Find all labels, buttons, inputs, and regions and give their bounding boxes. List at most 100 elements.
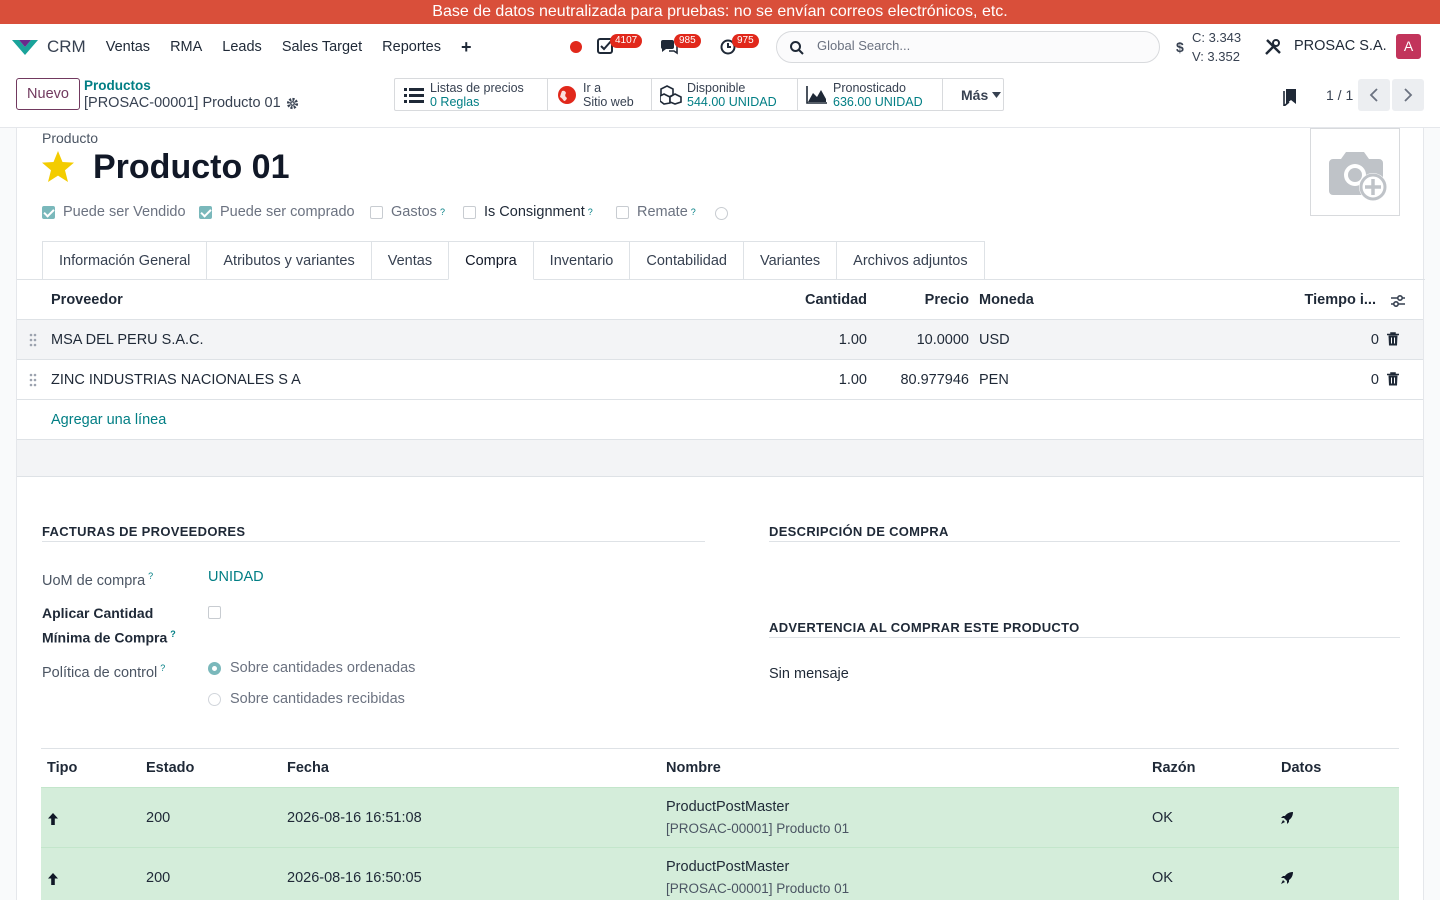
auction-checkbox[interactable]: Remate? xyxy=(616,204,696,220)
help-tooltip-icon[interactable]: ? xyxy=(588,207,593,217)
help-tooltip-icon[interactable]: ? xyxy=(691,207,696,217)
control-received-radio[interactable]: Sobre cantidades recibidas xyxy=(208,691,405,707)
status-radio-icon[interactable] xyxy=(715,207,728,220)
add-line-link[interactable]: Agregar una línea xyxy=(51,412,166,428)
help-tooltip-icon[interactable]: ? xyxy=(170,629,176,639)
col-price[interactable]: Precio xyxy=(925,292,969,308)
radio-selected-icon xyxy=(208,661,221,675)
col-date[interactable]: Fecha xyxy=(287,760,329,776)
pager-value[interactable]: 1 / 1 xyxy=(1326,87,1353,103)
breadcrumb-parent-link[interactable]: Productos xyxy=(84,78,151,93)
vendor-bills-section-title: FACTURAS DE PROVEEDORES xyxy=(42,524,246,539)
tab-informacion-general[interactable]: Información General xyxy=(42,241,208,280)
consignment-checkbox[interactable]: Is Consignment? xyxy=(463,204,593,220)
crm-app-logo-icon[interactable] xyxy=(12,37,38,57)
product-image-upload[interactable] xyxy=(1310,128,1400,216)
more-dropdown[interactable]: Más xyxy=(943,79,1003,110)
log-reason: OK xyxy=(1152,870,1173,886)
tab-variantes[interactable]: Variantes xyxy=(742,241,838,280)
gear-icon[interactable] xyxy=(286,97,299,110)
purchase-warning-value[interactable]: Sin mensaje xyxy=(769,666,849,682)
add-menu-plus-icon[interactable]: + xyxy=(451,37,482,58)
tab-contabilidad[interactable]: Contabilidad xyxy=(629,241,744,280)
pricelist-rules-button[interactable]: Listas de precios 0 Reglas xyxy=(395,79,548,110)
can-be-purchased-checkbox[interactable]: Puede ser comprado xyxy=(199,204,355,220)
help-tooltip-icon[interactable]: ? xyxy=(160,663,165,673)
drag-handle-icon[interactable] xyxy=(29,333,37,347)
logs-header: Tipo Estado Fecha Nombre Razón Datos xyxy=(41,748,1399,787)
user-avatar[interactable]: A xyxy=(1396,34,1421,59)
rocket-icon[interactable] xyxy=(1280,811,1294,825)
tab-atributos-variantes[interactable]: Atributos y variantes xyxy=(206,241,372,280)
product-name[interactable]: Producto 01 xyxy=(93,148,289,187)
activities-badge: 4107 xyxy=(610,34,643,48)
bookmark-icon[interactable] xyxy=(1283,88,1297,106)
tab-inventario[interactable]: Inventario xyxy=(532,241,631,280)
help-tooltip-icon[interactable]: ? xyxy=(440,207,445,217)
favorite-star-icon[interactable] xyxy=(41,150,75,184)
consignment-label: Is Consignment xyxy=(484,204,585,220)
expenses-label: Gastos xyxy=(391,204,437,220)
optional-columns-sliders-icon[interactable] xyxy=(1391,294,1405,308)
can-be-sold-checkbox[interactable]: Puede ser Vendido xyxy=(42,204,186,220)
recording-indicator-icon[interactable] xyxy=(570,41,582,53)
col-vendor[interactable]: Proveedor xyxy=(51,292,123,308)
area-chart-icon xyxy=(806,85,827,104)
vendor-price: 10.0000 xyxy=(916,332,969,348)
pager-previous-button[interactable] xyxy=(1358,79,1390,111)
log-date: 2026-08-16 16:50:05 xyxy=(287,870,422,886)
col-reason[interactable]: Razón xyxy=(1152,760,1196,776)
debug-tools-icon[interactable] xyxy=(1264,38,1282,56)
search-icon xyxy=(790,41,804,55)
menu-rma[interactable]: RMA xyxy=(160,39,212,55)
expenses-checkbox[interactable]: Gastos? xyxy=(370,204,445,220)
tab-compra[interactable]: Compra xyxy=(448,241,534,280)
pager-next-button[interactable] xyxy=(1392,79,1424,111)
menu-sales-target[interactable]: Sales Target xyxy=(272,39,372,55)
caret-down-icon xyxy=(992,91,1002,98)
menu-leads[interactable]: Leads xyxy=(212,39,272,55)
log-date: 2026-08-16 16:51:08 xyxy=(287,810,422,826)
tab-archivos-adjuntos[interactable]: Archivos adjuntos xyxy=(836,241,985,280)
global-search-box[interactable] xyxy=(776,31,1160,63)
table-row[interactable]: 200 2026-08-16 16:51:08 ProductPostMaste… xyxy=(41,787,1399,847)
purchase-uom-label: UoM de compra? xyxy=(42,571,154,589)
table-row[interactable]: ZINC INDUSTRIAS NACIONALES S A 1.00 80.9… xyxy=(17,360,1423,400)
log-status: 200 xyxy=(146,870,171,886)
smart-buttons: Listas de precios 0 Reglas Ir a Sitio web … xyxy=(394,78,1004,111)
trash-icon[interactable] xyxy=(1387,332,1399,346)
purchase-uom-value[interactable]: UNIDAD xyxy=(208,569,264,585)
col-quantity[interactable]: Cantidad xyxy=(805,292,867,308)
product-type-label: Producto xyxy=(42,130,99,146)
control-ordered-radio[interactable]: Sobre cantidades ordenadas xyxy=(208,660,415,676)
col-lead-time[interactable]: Tiempo i... xyxy=(1305,292,1376,308)
table-row[interactable]: MSA DEL PERU S.A.C. 1.00 10.0000 USD 0 xyxy=(17,320,1423,360)
new-button[interactable]: Nuevo xyxy=(16,78,80,110)
col-name[interactable]: Nombre xyxy=(666,760,721,776)
table-row[interactable]: 200 2026-08-16 16:50:05 ProductPostMaste… xyxy=(41,847,1399,900)
cubes-icon xyxy=(660,84,682,105)
global-search-input[interactable] xyxy=(817,38,1137,53)
col-type[interactable]: Tipo xyxy=(47,760,77,776)
can-be-sold-label: Puede ser Vendido xyxy=(63,204,186,220)
col-status[interactable]: Estado xyxy=(146,760,194,776)
forecasted-button[interactable]: Pronosticado 636.00 UNIDAD xyxy=(798,79,943,110)
tab-ventas[interactable]: Ventas xyxy=(370,241,450,280)
test-database-banner: Base de datos neutralizada para pruebas:… xyxy=(0,0,1440,24)
vendor-lead-time: 0 xyxy=(1370,372,1379,388)
trash-icon[interactable] xyxy=(1387,372,1399,386)
on-hand-button[interactable]: Disponible 544.00 UNIDAD xyxy=(652,79,798,110)
col-currency[interactable]: Moneda xyxy=(979,292,1034,308)
help-tooltip-icon[interactable]: ? xyxy=(148,571,153,581)
section-divider xyxy=(769,541,1400,542)
auction-label: Remate xyxy=(637,204,688,220)
menu-ventas[interactable]: Ventas xyxy=(96,39,160,55)
min-qty-checkbox[interactable] xyxy=(208,606,221,619)
menu-reportes[interactable]: Reportes xyxy=(372,39,451,55)
rocket-icon[interactable] xyxy=(1280,871,1294,885)
col-data[interactable]: Datos xyxy=(1281,760,1321,776)
company-switcher[interactable]: PROSAC S.A. xyxy=(1294,38,1387,54)
drag-handle-icon[interactable] xyxy=(29,373,37,387)
app-name[interactable]: CRM xyxy=(47,37,86,57)
go-to-website-button[interactable]: Ir a Sitio web xyxy=(548,79,652,110)
